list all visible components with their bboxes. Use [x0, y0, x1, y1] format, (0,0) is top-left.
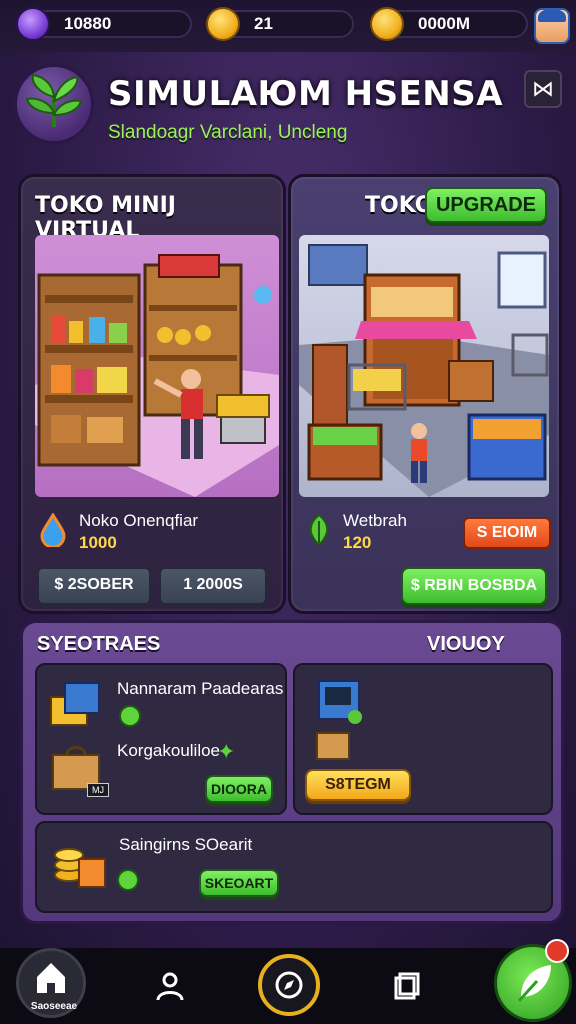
green-diamond-icon: ✦: [217, 739, 236, 764]
compass-icon: [275, 971, 303, 999]
select-button[interactable]: S8TEGM: [305, 769, 411, 801]
storage-box-icon: [47, 679, 103, 729]
resource-pill-cash[interactable]: 0000M: [370, 7, 528, 41]
leaf-stat-icon: [303, 513, 335, 547]
leaf-icon: [25, 73, 83, 127]
item-buy-button[interactable]: DIOORA: [205, 775, 273, 803]
inventory-panel: SYEOTRAES VIOUOY MJ Nannaram Paadearas K…: [20, 620, 564, 924]
inventory-subtitle: VIOUOY: [427, 633, 505, 655]
nav-home-button[interactable]: Saoseeae: [16, 948, 86, 1018]
game-subtitle: Slandoagr Varclani, Uncleng: [108, 122, 348, 143]
nav-cards-button[interactable]: [388, 968, 424, 1004]
upgrade-store-title: TOKO: [365, 193, 434, 218]
nav-profile-button[interactable]: [150, 968, 190, 1004]
coin-stack-icon: [51, 835, 109, 893]
nav-home-label: Saoseeae: [30, 1001, 78, 1012]
bottom-navigation: Saoseeae: [0, 939, 576, 1024]
player-avatar[interactable]: [534, 8, 570, 44]
inventory-item-card-1: MJ Nannaram Paadearas Korgakouliloe ✦ DI…: [35, 663, 287, 815]
mini-store-stat-value: 1000: [79, 533, 117, 552]
nav-action-button[interactable]: [494, 939, 572, 1022]
item-name-2: Korgakouliloe: [117, 741, 221, 760]
mini-store-stat-label: Noko Onenqfiar: [79, 511, 199, 530]
buy-quantity-button[interactable]: 1 2000S: [159, 567, 267, 605]
close-button[interactable]: ⋈: [524, 70, 562, 108]
user-icon: [156, 972, 184, 1001]
item-count-badge: MJ: [87, 783, 109, 797]
plant-logo-icon: [14, 64, 94, 144]
notification-badge: [545, 939, 569, 963]
resource-energy-value: 10880: [64, 14, 112, 33]
gold-coin-icon: [370, 7, 404, 41]
inventory-title: SYEOTRAES: [37, 633, 161, 655]
water-drop-icon: [39, 512, 67, 549]
buy-store-button[interactable]: $ RBIN BOSBDA: [401, 567, 547, 605]
resource-cash-value: 0000M: [418, 14, 470, 33]
mini-store-card: TOKO MINIJ VIRTUAL Noko Onenqfiar 1000 $…: [18, 174, 286, 614]
item-name-1: Nannaram Paadearas: [117, 679, 284, 698]
resource-coins-value: 21: [254, 14, 273, 33]
close-icon: ⋈: [532, 76, 554, 101]
upgrade-store-stat-value: 120: [343, 533, 372, 552]
energy-gem-icon: [16, 7, 50, 41]
machine-icon: [313, 675, 367, 727]
game-header: SIMULAЮM HSENSA Slandoagr Varclani, Uncl…: [14, 62, 562, 166]
item-name-3: Saingirns SOearit: [119, 835, 253, 854]
check-icon: [119, 705, 141, 727]
upgrade-store-stat-label: Wetbrah: [343, 511, 407, 530]
nav-compass-button[interactable]: [258, 954, 320, 1016]
mini-store-scene-image: [35, 235, 279, 497]
cards-icon: [394, 972, 420, 1000]
top-resource-bar: 10880 21 0000M: [0, 0, 576, 52]
inventory-item-card-2: S8TEGM: [293, 663, 553, 815]
resource-pill-coins[interactable]: 21: [206, 7, 354, 41]
item-sell-button[interactable]: SKEOART: [199, 869, 279, 897]
inventory-item-card-3: Saingirns SOearit SKEOART: [35, 821, 553, 913]
check-icon-2: [117, 869, 139, 891]
crate-icon: [313, 727, 353, 763]
buy-price-button[interactable]: $ 2SOBER: [37, 567, 151, 605]
upgrade-button[interactable]: UPGRADE: [425, 187, 547, 223]
upgrade-cost-button[interactable]: S EIOIM: [463, 517, 551, 549]
upgrade-store-card: TOKO UPGRADE Wetbrah 120 S EIOIM $ RBIN …: [288, 174, 562, 614]
resource-pill-energy[interactable]: 10880: [16, 7, 192, 41]
game-title: SIMULAЮM HSENSA: [108, 74, 504, 114]
coin-icon: [206, 7, 240, 41]
home-icon: [37, 963, 65, 993]
supermarket-scene-image: [299, 235, 549, 497]
